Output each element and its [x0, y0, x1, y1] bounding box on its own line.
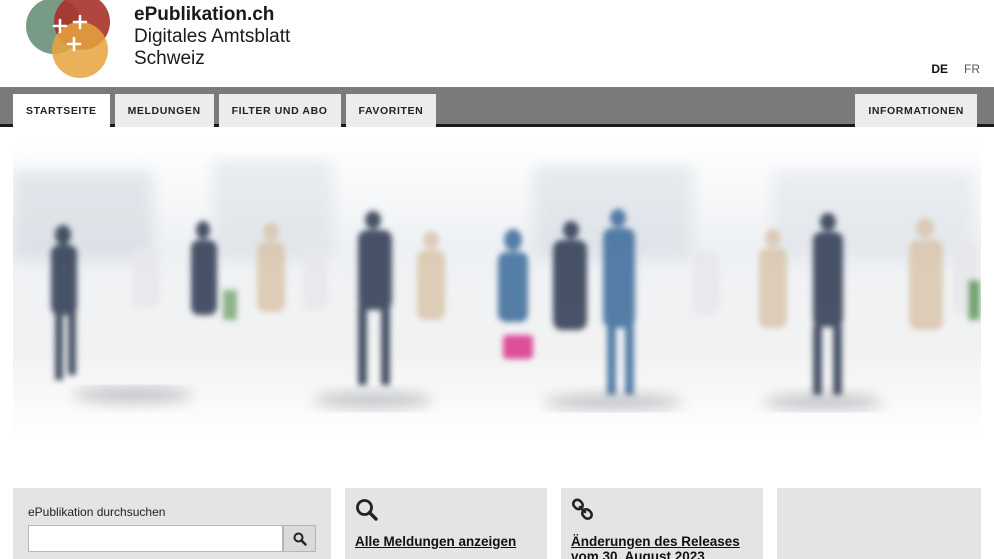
page: ePublikation.ch Digitales Amtsblatt Schw… [0, 0, 994, 559]
brand-subtitle-line2: Schweiz [134, 48, 205, 69]
search-icon [293, 532, 307, 546]
language-switcher: DE FR [931, 62, 980, 76]
tab-startseite[interactable]: STARTSEITE [13, 94, 110, 127]
epublikation-logo-icon[interactable] [22, 0, 122, 80]
all-messages-tile[interactable]: Alle Meldungen anzeigen [345, 488, 547, 559]
search-tile: ePublikation durchsuchen [13, 488, 331, 559]
empty-tile [777, 488, 981, 559]
link-icon [571, 498, 594, 521]
release-changes-link[interactable]: Änderungen des Releases vom 30. August 2… [571, 534, 756, 559]
all-messages-link[interactable]: Alle Meldungen anzeigen [355, 534, 540, 549]
site-header: ePublikation.ch Digitales Amtsblatt Schw… [0, 0, 994, 87]
release-changes-tile[interactable]: Änderungen des Releases vom 30. August 2… [561, 488, 763, 559]
tab-favoriten[interactable]: FAVORITEN [345, 94, 437, 127]
search-input[interactable] [28, 525, 283, 552]
search-label: ePublikation durchsuchen [28, 505, 166, 519]
brand[interactable]: ePublikation.ch Digitales Amtsblatt Schw… [134, 4, 290, 70]
brand-name: ePublikation.ch [134, 4, 275, 25]
main-navigation: STARTSEITE MELDUNGEN FILTER UND ABO FAVO… [0, 87, 994, 127]
tab-filter-und-abo[interactable]: FILTER UND ABO [218, 94, 341, 127]
lang-fr[interactable]: FR [964, 62, 980, 76]
lang-de[interactable]: DE [931, 62, 948, 76]
nav-tabs: STARTSEITE MELDUNGEN FILTER UND ABO FAVO… [13, 94, 437, 127]
search-button[interactable] [283, 525, 316, 552]
tab-informationen[interactable]: INFORMATIONEN [855, 94, 977, 127]
search-icon [356, 499, 378, 521]
brand-subtitle-line1: Digitales Amtsblatt [134, 26, 291, 47]
tab-meldungen[interactable]: MELDUNGEN [114, 94, 214, 127]
hero-image [13, 140, 981, 440]
